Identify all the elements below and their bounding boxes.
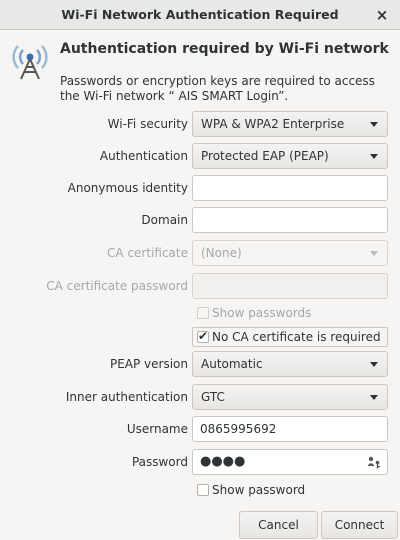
- wifi-security-value: WPA & WPA2 Enterprise: [201, 117, 345, 131]
- ca-certificate-label: CA certificate: [107, 246, 188, 260]
- cancel-button[interactable]: Cancel: [239, 511, 318, 539]
- show-password-checkbox[interactable]: [197, 484, 209, 496]
- inner-authentication-dropdown[interactable]: GTC: [192, 384, 388, 410]
- show-passwords-checkbox[interactable]: [197, 307, 209, 319]
- checkmark-icon: ✔: [198, 329, 209, 343]
- inner-authentication-value: GTC: [201, 390, 225, 404]
- authentication-dropdown[interactable]: Protected EAP (PEAP): [192, 143, 388, 169]
- chevron-down-icon: [370, 362, 378, 367]
- peap-version-dropdown[interactable]: Automatic: [192, 351, 388, 377]
- show-password-label: Show password: [212, 483, 306, 497]
- authentication-value: Protected EAP (PEAP): [201, 149, 329, 163]
- no-ca-required-checkbox[interactable]: ✔: [197, 329, 209, 343]
- ca-certificate-dropdown[interactable]: (None): [192, 240, 388, 266]
- password-label: Password: [131, 455, 188, 469]
- wifi-security-dropdown[interactable]: WPA & WPA2 Enterprise: [192, 111, 388, 137]
- user-key-icon[interactable]: [367, 455, 381, 469]
- ca-certificate-password-label: CA certificate password: [46, 279, 188, 293]
- domain-label: Domain: [141, 213, 188, 227]
- peap-version-value: Automatic: [201, 357, 263, 371]
- connect-button[interactable]: Connect: [321, 511, 398, 539]
- peap-version-label: PEAP version: [109, 357, 188, 371]
- no-ca-required-label: No CA certificate is required: [212, 330, 381, 344]
- inner-authentication-label: Inner authentication: [65, 390, 188, 404]
- wifi-security-label: Wi-Fi security: [107, 117, 188, 131]
- username-label: Username: [126, 422, 188, 436]
- anonymous-identity-input[interactable]: [192, 175, 388, 201]
- password-value: ●●●●: [200, 454, 246, 469]
- chevron-down-icon: [370, 251, 378, 256]
- window-title: Wi-Fi Network Authentication Required: [61, 7, 339, 22]
- chevron-down-icon: [370, 122, 378, 127]
- ca-certificate-password-input[interactable]: [192, 273, 388, 299]
- chevron-down-icon: [370, 154, 378, 159]
- chevron-down-icon: [370, 395, 378, 400]
- dialog-heading: Authentication required by Wi-Fi network: [60, 41, 389, 57]
- authentication-label: Authentication: [99, 149, 188, 163]
- username-input[interactable]: 0865995692: [192, 416, 388, 442]
- anonymous-identity-label: Anonymous identity: [67, 181, 188, 195]
- password-input[interactable]: ●●●●: [192, 449, 388, 475]
- close-icon[interactable]: ×: [372, 5, 392, 25]
- show-passwords-label: Show passwords: [212, 306, 312, 320]
- title-bar: Wi-Fi Network Authentication Required ×: [0, 0, 400, 30]
- wifi-tower-icon: [12, 45, 48, 80]
- username-value: 0865995692: [200, 422, 277, 436]
- ca-certificate-value: (None): [201, 246, 242, 260]
- domain-input[interactable]: [192, 207, 388, 233]
- dialog-description: Passwords or encryption keys are require…: [60, 74, 375, 103]
